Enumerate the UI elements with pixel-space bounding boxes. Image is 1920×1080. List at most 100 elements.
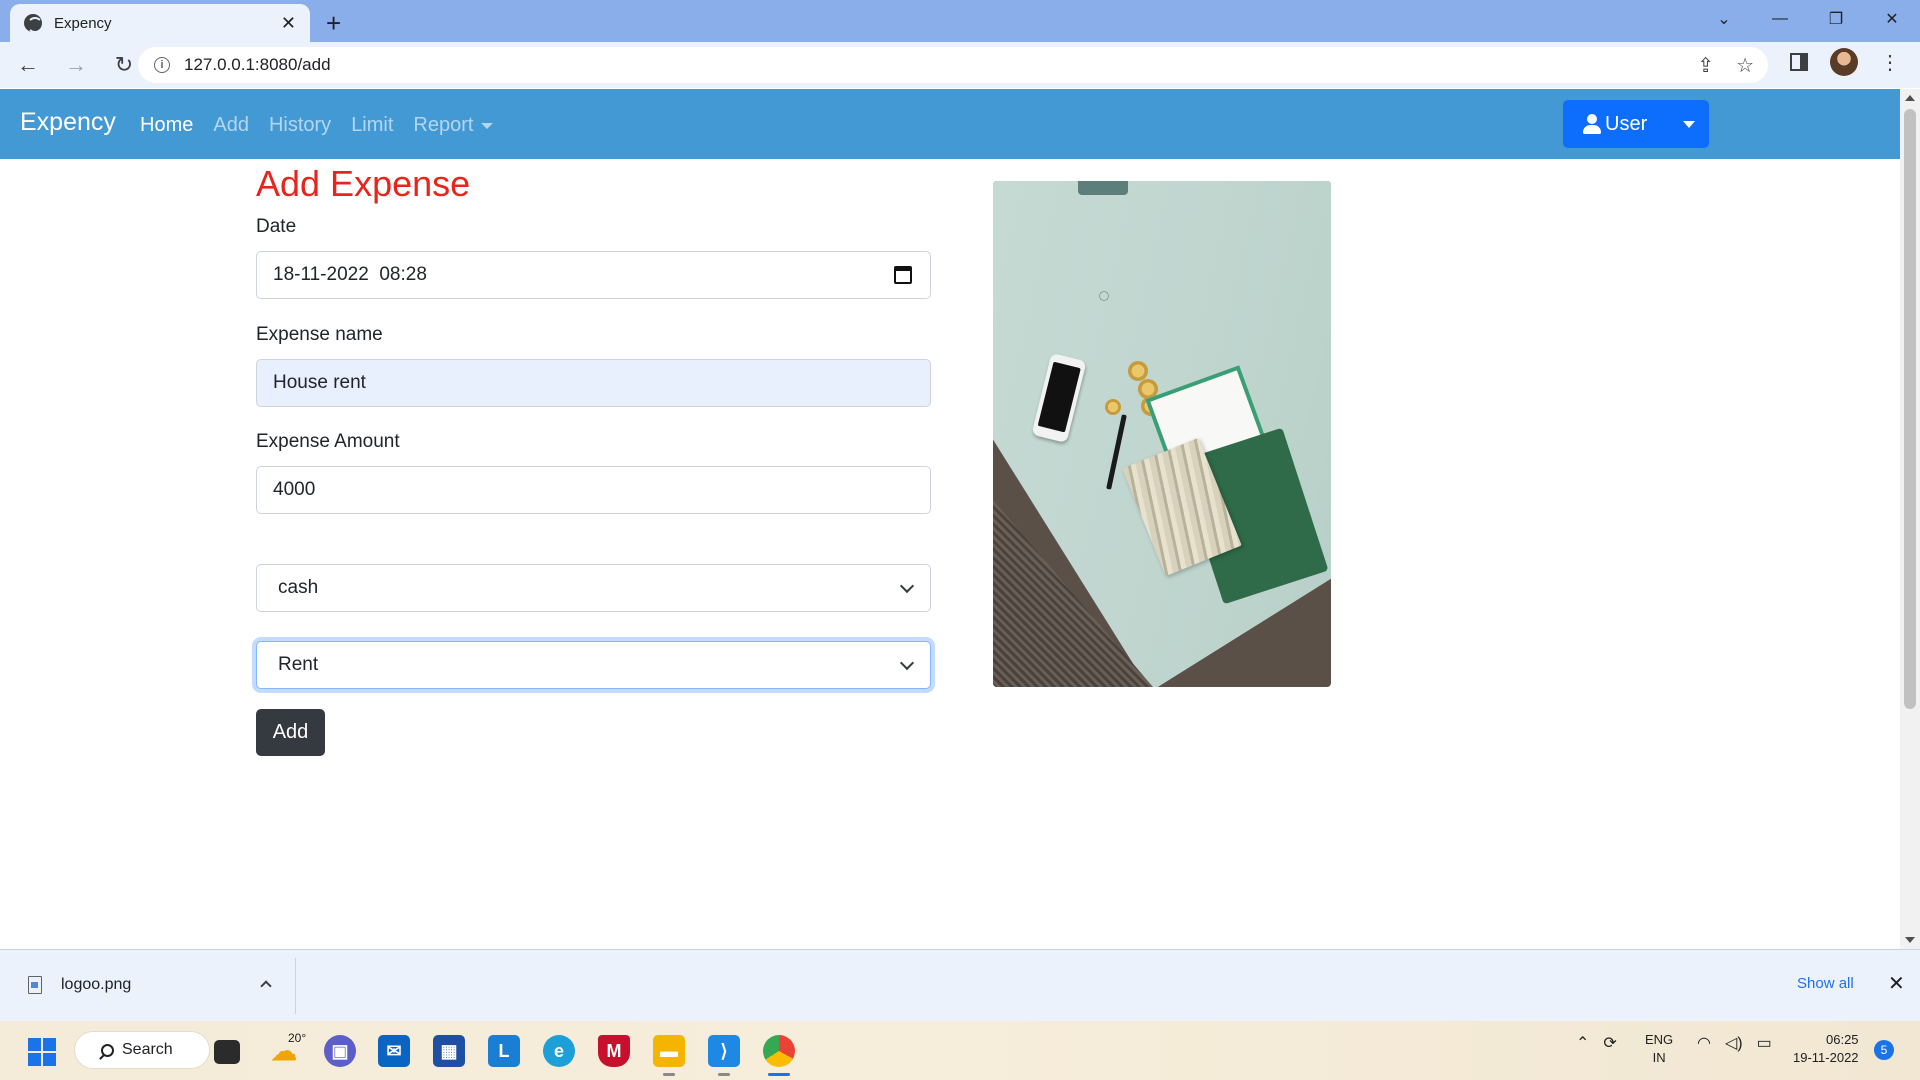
region-code: IN (1652, 1050, 1666, 1065)
chevron-down-icon (899, 578, 915, 594)
expense-name-value: House rent (273, 372, 366, 393)
date-label: Date (256, 216, 297, 237)
address-url: 127.0.0.1:8080/add (184, 55, 331, 74)
add-button[interactable]: Add (256, 709, 325, 756)
expense-amount-input[interactable]: 4000 (256, 466, 931, 514)
globe-icon (24, 14, 43, 33)
taskbar-search[interactable]: Search (74, 1031, 210, 1069)
app-l-icon[interactable]: L (488, 1035, 520, 1067)
scroll-down-icon[interactable] (1905, 937, 1915, 943)
nav-link-history[interactable]: History (269, 114, 331, 137)
user-icon (1583, 114, 1601, 134)
forward-icon[interactable]: → (56, 45, 96, 85)
taskbar-search-label: Search (122, 1041, 173, 1058)
clock-time: 06:25 (1826, 1032, 1859, 1047)
chevron-up-icon[interactable]: ⌃ (1576, 1033, 1589, 1053)
window-close-icon[interactable]: ✕ (1864, 0, 1920, 38)
shelf-close-icon[interactable]: ✕ (1888, 971, 1905, 996)
edge-icon[interactable]: e (543, 1035, 575, 1067)
mail-icon[interactable]: ✉ (378, 1035, 410, 1067)
nav-link-limit[interactable]: Limit (351, 114, 393, 137)
restore-icon[interactable]: ❐ (1808, 0, 1864, 38)
window-controls: ⌄ — ❐ ✕ (1696, 0, 1920, 38)
browser-toolbar: ← → ↻ i 127.0.0.1:8080/add ⇪ ☆ ⋮ (0, 42, 1920, 88)
weather-temperature: 20° (288, 1031, 307, 1045)
teams-chat-icon[interactable]: ▣ (324, 1035, 356, 1067)
tab-close-icon[interactable]: ✕ (281, 13, 296, 34)
search-icon (101, 1043, 114, 1057)
browser-tab[interactable]: Expency ✕ (10, 4, 310, 42)
bookmark-star-icon[interactable]: ☆ (1736, 53, 1754, 78)
calendar-icon[interactable] (894, 266, 912, 284)
shelf-divider (295, 958, 296, 1014)
new-tab-icon[interactable]: + (326, 8, 341, 39)
address-bar[interactable]: i 127.0.0.1:8080/add ⇪ ☆ (138, 47, 1768, 83)
language-code: ENG (1645, 1032, 1674, 1047)
date-input[interactable]: 18-11-2022 08:28 (256, 251, 931, 299)
notification-badge[interactable]: 5 (1874, 1040, 1894, 1060)
minimize-icon[interactable]: — (1752, 0, 1808, 38)
photo-sofa-button (1099, 291, 1109, 301)
category-value: Rent (278, 654, 319, 675)
download-shelf: logoo.png Show all ✕ (0, 949, 1920, 1021)
windows-start-icon[interactable] (28, 1038, 56, 1066)
page-title: Add Expense (256, 163, 471, 204)
expense-illustration-photo (993, 181, 1331, 687)
expense-amount-label: Expense Amount (256, 431, 400, 452)
battery-icon[interactable]: ▭ (1757, 1033, 1772, 1053)
download-file-name[interactable]: logoo.png (61, 976, 131, 994)
page-scrollbar[interactable] (1900, 89, 1920, 949)
chrome-active-indicator (768, 1073, 790, 1076)
file-explorer-icon[interactable]: ▬ (653, 1035, 685, 1067)
chrome-icon[interactable] (763, 1035, 795, 1067)
scroll-up-icon[interactable] (1905, 95, 1915, 101)
photo-pillow (1078, 181, 1128, 195)
show-all-link[interactable]: Show all (1797, 975, 1854, 992)
nav-link-report[interactable]: Report (413, 114, 494, 137)
windows-taskbar: Search ☁ 20° ▣ ✉ ▦ L e M ▬ ⟩ ⌃ ⟳ ENG IN … (0, 1021, 1920, 1080)
status-icons: ◠ ◁) ▭ (1697, 1033, 1772, 1053)
photo-coin (1105, 399, 1121, 415)
tab-search-icon[interactable]: ⌄ (1696, 0, 1752, 38)
vscode-running-indicator (718, 1073, 730, 1076)
mcafee-icon[interactable]: M (598, 1035, 630, 1067)
payment-method-select[interactable]: cash (256, 564, 931, 612)
date-value: 18-11-2022 08:28 (273, 264, 427, 285)
brand-logo[interactable]: Expency (20, 108, 116, 137)
nav-link-home[interactable]: Home (140, 114, 193, 137)
browser-tab-strip: Expency ✕ + ⌄ — ❐ ✕ (0, 0, 1920, 42)
menu-kebab-icon[interactable]: ⋮ (1880, 50, 1900, 75)
scrollbar-thumb[interactable] (1904, 109, 1916, 709)
task-view-icon[interactable] (214, 1040, 240, 1064)
input-language[interactable]: ENG IN (1645, 1031, 1673, 1067)
clock-date: 19-11-2022 (1793, 1050, 1859, 1065)
volume-icon[interactable]: ◁) (1725, 1033, 1743, 1053)
image-file-icon (28, 976, 42, 994)
wifi-icon[interactable]: ◠ (1697, 1033, 1711, 1053)
expense-name-label: Expense name (256, 324, 383, 345)
microsoft-store-icon[interactable]: ▦ (433, 1035, 465, 1067)
main-content: Add Expense Date 18-11-2022 08:28 Expens… (0, 159, 1900, 949)
expense-name-input[interactable]: House rent (256, 359, 931, 407)
user-dropdown-toggle[interactable] (1669, 100, 1709, 148)
vscode-icon[interactable]: ⟩ (708, 1035, 740, 1067)
user-dropdown-button[interactable]: User (1563, 100, 1709, 148)
expense-amount-value: 4000 (273, 479, 316, 500)
explorer-running-indicator (663, 1073, 675, 1076)
tab-title: Expency (54, 14, 112, 32)
profile-avatar[interactable] (1830, 48, 1858, 76)
payment-method-value: cash (278, 577, 319, 598)
taskbar-clock[interactable]: 06:25 19-11-2022 (1793, 1031, 1859, 1067)
report-caret-icon (481, 122, 494, 129)
back-icon[interactable]: ← (8, 45, 48, 85)
nav-links: Home Add History Limit Report (140, 114, 494, 137)
site-info-icon[interactable]: i (154, 57, 170, 73)
share-icon[interactable]: ⇪ (1697, 53, 1714, 78)
user-button-label: User (1605, 112, 1648, 135)
nav-link-add[interactable]: Add (213, 114, 249, 137)
sync-icon[interactable]: ⟳ (1603, 1033, 1616, 1053)
category-select[interactable]: Rent (256, 641, 931, 689)
side-panel-icon[interactable] (1790, 53, 1808, 71)
chevron-up-icon[interactable] (260, 980, 272, 992)
photo-coin (1128, 361, 1148, 381)
